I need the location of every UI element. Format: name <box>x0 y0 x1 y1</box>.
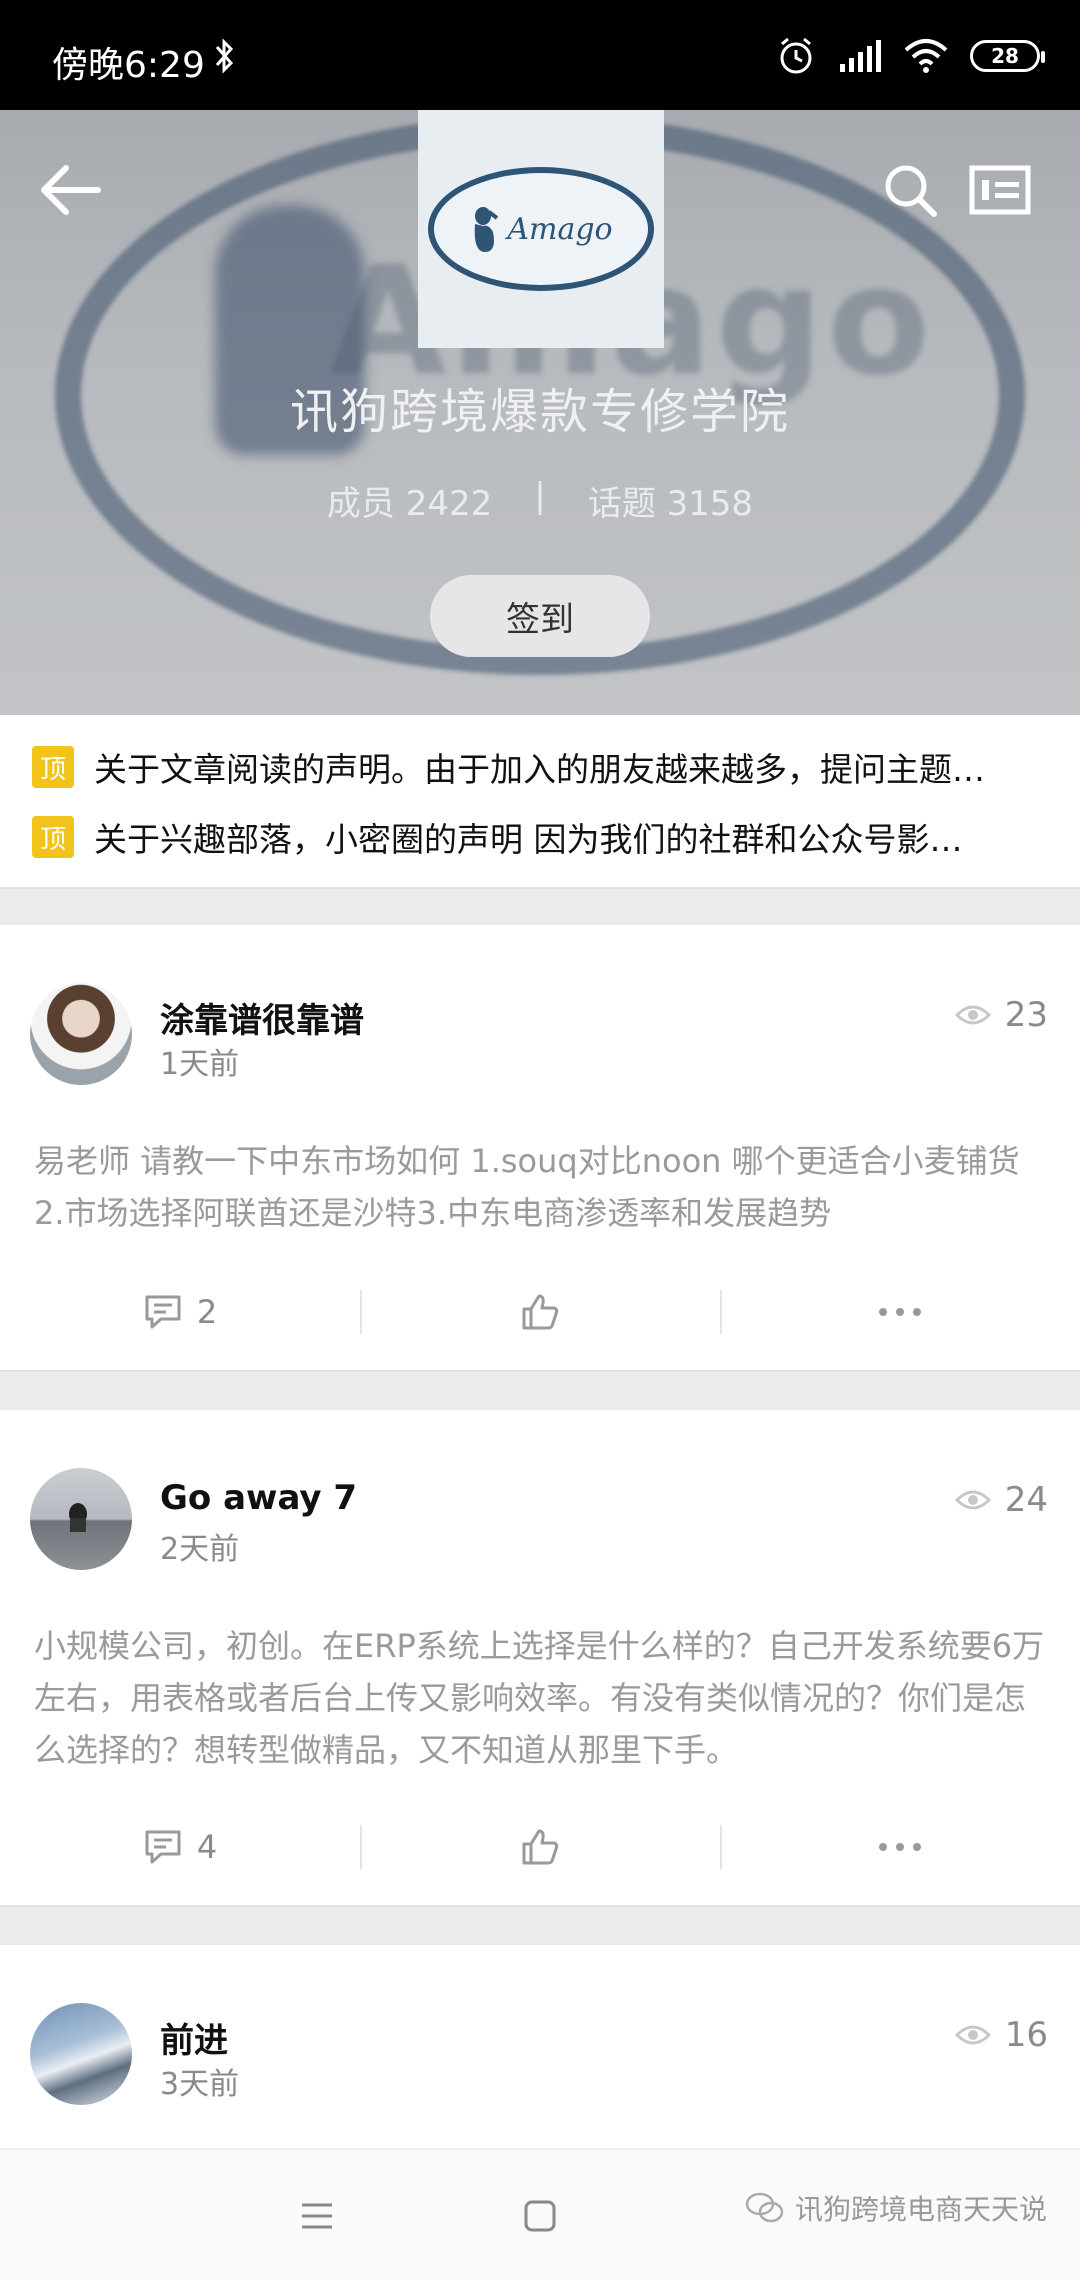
view-count: 16 <box>954 2015 1048 2055</box>
group-stats: 成员 2422 | 话题 3158 <box>0 476 1080 525</box>
comment-button[interactable]: 2 <box>0 1272 360 1352</box>
post-author[interactable]: 前进 <box>160 2013 228 2062</box>
more-icon <box>879 1308 921 1316</box>
pinned-badge: 顶 <box>32 816 74 858</box>
pinned-text: 关于文章阅读的声明。由于加入的朋友越来越多，提问主题… <box>94 750 985 789</box>
search-button[interactable] <box>870 150 950 230</box>
comment-count: 2 <box>196 1293 218 1331</box>
home-square-icon <box>524 2200 556 2232</box>
bluetooth-icon <box>215 38 234 74</box>
section-divider <box>0 887 1080 925</box>
logo-text: Amago <box>507 211 613 247</box>
group-logo: Amago <box>418 110 664 348</box>
alarm-icon <box>780 37 812 74</box>
pinned-item[interactable]: 顶 关于兴趣部落，小密圈的声明 因为我们的社群和公众号影… <box>32 807 1052 867</box>
post-time: 3天前 <box>160 2067 240 2102</box>
status-time: 傍晚6:29 <box>52 45 205 86</box>
group-header: Amago Amago 讯狗跨境爆款专修学院 成员 24 <box>0 110 1080 715</box>
logo-oval: Amago <box>428 167 654 291</box>
nav-home-button[interactable] <box>510 2186 570 2246</box>
wechat-icon <box>745 2192 784 2223</box>
arrow-left-icon <box>41 165 101 215</box>
avatar[interactable] <box>30 2003 132 2105</box>
thumbs-up-icon <box>522 1829 559 1865</box>
post-author[interactable]: Go away 7 <box>160 1478 357 1518</box>
status-icons: 28 <box>776 34 1045 78</box>
like-button[interactable] <box>360 1272 720 1352</box>
post-content[interactable]: 易老师 请教一下中东市场如何 1.souq对比noon 哪个更适合小麦铺货 2.… <box>34 1135 1054 1239</box>
view-count-value: 16 <box>1004 2015 1048 2055</box>
view-count: 24 <box>954 1480 1048 1520</box>
wechat-watermark: 讯狗跨境电商天天说 <box>745 2188 1047 2228</box>
pinned-item[interactable]: 顶 关于文章阅读的声明。由于加入的朋友越来越多，提问主题… <box>32 737 1052 797</box>
menu-icon <box>302 2203 332 2229</box>
comment-count: 4 <box>196 1828 218 1866</box>
system-nav-bar: 讯狗跨境电商天天说 <box>0 2148 1080 2280</box>
more-button[interactable] <box>720 1272 1080 1352</box>
dog-icon <box>475 207 499 252</box>
battery-level: 28 <box>991 44 1019 68</box>
back-button[interactable] <box>30 150 110 230</box>
search-icon <box>885 165 937 217</box>
members-count: 成员 2422 <box>326 484 493 524</box>
comment-button[interactable]: 4 <box>0 1807 360 1887</box>
view-count-value: 24 <box>1004 1480 1048 1520</box>
pinned-badge: 顶 <box>32 746 74 788</box>
post-author[interactable]: 涂靠谱很靠谱 <box>160 993 364 1042</box>
group-title: 讯狗跨境爆款专修学院 <box>289 384 790 440</box>
nav-menu-button[interactable] <box>287 2186 347 2246</box>
post-actions: 4 <box>0 1807 1080 1887</box>
signal-icon <box>840 40 881 72</box>
id-card-icon <box>969 165 1031 215</box>
section-divider <box>0 1370 1080 1410</box>
status-bar: 傍晚6:29 28 <box>0 0 1080 110</box>
avatar[interactable] <box>30 1468 132 1570</box>
post-card[interactable]: 前进 3天前 16 <box>0 1945 1080 2148</box>
more-icon <box>879 1843 921 1851</box>
pinned-notices: 顶 关于文章阅读的声明。由于加入的朋友越来越多，提问主题… 顶 关于兴趣部落，小… <box>0 715 1080 887</box>
group-info-button[interactable] <box>960 150 1040 230</box>
wifi-icon <box>904 39 948 73</box>
post-card[interactable]: 涂靠谱很靠谱 1天前 23 易老师 请教一下中东市场如何 1.souq对比noo… <box>0 925 1080 1370</box>
post-time: 1天前 <box>160 1047 240 1082</box>
post-content[interactable]: 小规模公司，初创。在ERP系统上选择是什么样的？自己开发系统要6万左右，用表格或… <box>34 1620 1054 1776</box>
like-button[interactable] <box>360 1807 720 1887</box>
battery-indicator: 28 <box>970 40 1045 72</box>
comment-icon <box>145 1295 181 1329</box>
checkin-button[interactable]: 签到 <box>430 575 650 657</box>
section-divider <box>0 1905 1080 1945</box>
topics-count: 话题 3158 <box>587 484 754 524</box>
pinned-text: 关于兴趣部落，小密圈的声明 因为我们的社群和公众号影… <box>94 820 963 859</box>
thumbs-up-icon <box>522 1294 559 1330</box>
eye-icon <box>954 1490 991 1510</box>
eye-icon <box>954 1005 991 1025</box>
post-actions: 2 <box>0 1272 1080 1352</box>
avatar[interactable] <box>30 983 132 1085</box>
more-button[interactable] <box>720 1807 1080 1887</box>
post-card[interactable]: Go away 7 2天前 24 小规模公司，初创。在ERP系统上选择是什么样的… <box>0 1410 1080 1905</box>
watermark-text: 讯狗跨境电商天天说 <box>795 2193 1048 2226</box>
comment-icon <box>145 1830 181 1864</box>
eye-icon <box>954 2025 991 2045</box>
stats-separator: | <box>534 476 546 516</box>
avatar-figure <box>69 1503 87 1532</box>
view-count: 23 <box>954 995 1048 1035</box>
view-count-value: 23 <box>1004 995 1048 1035</box>
post-time: 2天前 <box>160 1532 240 1567</box>
